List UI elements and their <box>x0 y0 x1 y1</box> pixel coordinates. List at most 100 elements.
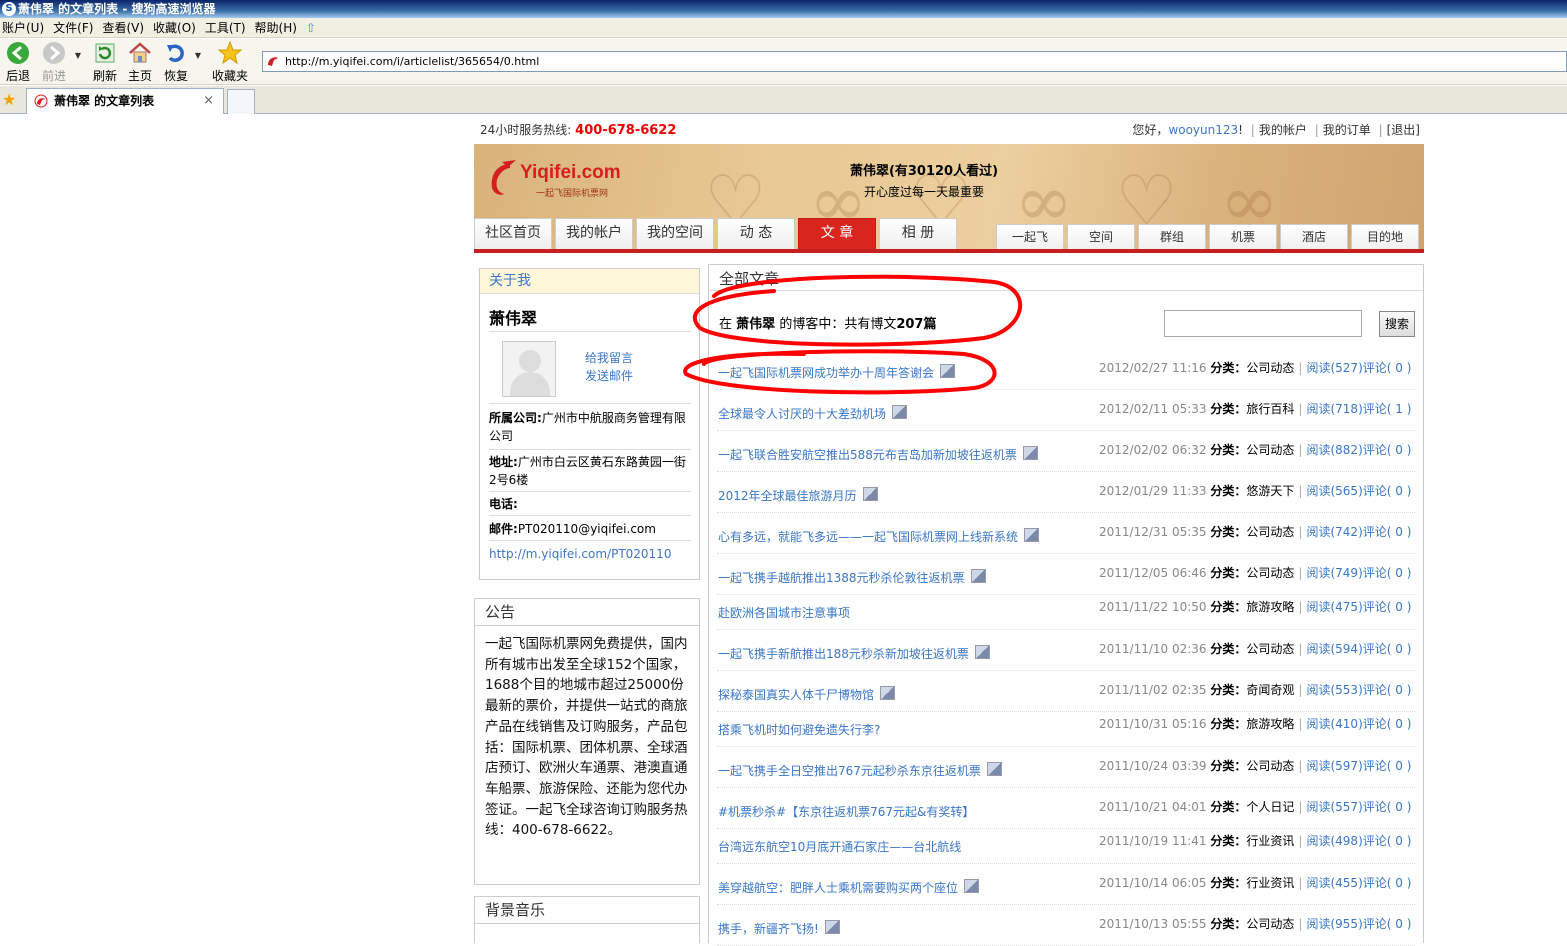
comment-count[interactable]: 评论( 0 ) <box>1363 917 1412 931</box>
article-category[interactable]: 悠游天下 <box>1246 484 1294 498</box>
comment-count[interactable]: 评论( 0 ) <box>1363 361 1412 375</box>
comment-count[interactable]: 评论( 0 ) <box>1363 800 1412 814</box>
new-tab-button[interactable] <box>227 89 255 114</box>
avatar[interactable] <box>502 341 556 397</box>
comment-count[interactable]: 评论( 0 ) <box>1363 876 1412 890</box>
nav-my-space[interactable]: 我的空间 <box>636 218 714 249</box>
article-category[interactable]: 公司动态 <box>1246 642 1294 656</box>
article-title-link[interactable]: 探秘泰国真实人体千尸博物馆 <box>718 686 896 703</box>
nav-community-home[interactable]: 社区首页 <box>474 218 552 249</box>
read-count[interactable]: 阅读(498) <box>1306 834 1362 848</box>
article-title-link[interactable]: 台湾远东航空10月底开通石家庄——台北航线 <box>718 838 961 855</box>
article-category[interactable]: 旅游攻略 <box>1246 717 1294 731</box>
read-count[interactable]: 阅读(597) <box>1306 759 1362 773</box>
article-title-link[interactable]: 一起飞携手全日空推出767元起秒杀东京往返机票 <box>718 762 1002 779</box>
comment-count[interactable]: 评论( 1 ) <box>1363 402 1412 416</box>
comment-count[interactable]: 评论( 0 ) <box>1363 600 1412 614</box>
article-title-link[interactable]: 一起飞联合胜安航空推出588元布吉岛加新加坡往返机票 <box>718 446 1038 463</box>
sub-nav-hotels[interactable]: 酒店 <box>1280 224 1348 249</box>
read-count[interactable]: 阅读(475) <box>1306 600 1362 614</box>
article-title-link[interactable]: 携手，新疆齐飞扬! <box>718 920 840 937</box>
comment-count[interactable]: 评论( 0 ) <box>1363 717 1412 731</box>
read-count[interactable]: 阅读(565) <box>1306 484 1362 498</box>
back-button[interactable]: 后退 <box>4 41 32 84</box>
sub-nav-yiqifei[interactable]: 一起飞 <box>996 224 1064 249</box>
article-title-link[interactable]: 一起飞携手越航推出1388元秒杀伦敦往返机票 <box>718 569 986 586</box>
comment-count[interactable]: 评论( 0 ) <box>1363 759 1412 773</box>
article-category[interactable]: 奇闻奇观 <box>1246 683 1294 697</box>
article-title-link[interactable]: 赴欧洲各国城市注意事项 <box>718 604 850 621</box>
refresh-button[interactable]: 刷新 <box>91 41 119 84</box>
leave-message-link[interactable]: 给我留言 <box>585 349 633 366</box>
search-button[interactable]: 搜索 <box>1379 311 1415 337</box>
menu-file[interactable]: 文件(F) <box>53 19 93 36</box>
tab-article-list[interactable]: 萧伟翠 的文章列表 × <box>26 88 224 114</box>
article-title-link[interactable]: 2012年全球最佳旅游月历 <box>718 487 878 504</box>
article-title-link[interactable]: 美穿越航空：肥胖人士乘机需要购买两个座位 <box>718 879 980 896</box>
tab-close-icon[interactable]: × <box>203 89 214 113</box>
article-category[interactable]: 公司动态 <box>1246 443 1294 457</box>
nav-my-account[interactable]: 我的帐户 <box>555 218 633 249</box>
menu-tools[interactable]: 工具(T) <box>205 19 246 36</box>
read-count[interactable]: 阅读(955) <box>1306 917 1362 931</box>
comment-count[interactable]: 评论( 0 ) <box>1363 443 1412 457</box>
article-title-link[interactable]: 搭乘飞机时如何避免遗失行李? <box>718 721 880 738</box>
my-orders-link[interactable]: 我的订单 <box>1323 123 1371 137</box>
article-title-link[interactable]: #机票秒杀#【东京往返机票767元起&有奖转】 <box>718 803 974 820</box>
forward-dropdown[interactable]: ▼ <box>72 51 84 60</box>
sub-nav-tickets[interactable]: 机票 <box>1209 224 1277 249</box>
menu-favorites[interactable]: 收藏(O) <box>153 19 196 36</box>
article-title-link[interactable]: 一起飞国际机票网成功举办十周年答谢会 <box>718 364 956 381</box>
article-category[interactable]: 个人日记 <box>1246 800 1294 814</box>
article-category[interactable]: 旅行百科 <box>1246 402 1294 416</box>
read-count[interactable]: 阅读(742) <box>1306 525 1362 539</box>
comment-count[interactable]: 评论( 0 ) <box>1363 683 1412 697</box>
article-title-link[interactable]: 全球最令人讨厌的十大差劲机场 <box>718 405 908 422</box>
read-count[interactable]: 阅读(882) <box>1306 443 1362 457</box>
sub-nav-space[interactable]: 空间 <box>1067 224 1135 249</box>
nav-activity[interactable]: 动 态 <box>717 218 795 249</box>
comment-count[interactable]: 评论( 0 ) <box>1363 525 1412 539</box>
article-title-link[interactable]: 一起飞携手新航推出188元秒杀新加坡往返机票 <box>718 645 990 662</box>
nav-album[interactable]: 相 册 <box>879 218 957 249</box>
forward-button[interactable]: 前进 <box>40 41 68 84</box>
nav-articles[interactable]: 文 章 <box>798 218 876 249</box>
article-category[interactable]: 公司动态 <box>1246 525 1294 539</box>
article-category[interactable]: 行业资讯 <box>1246 834 1294 848</box>
address-bar[interactable]: http://m.yiqifei.com/i/articlelist/36565… <box>262 51 1567 72</box>
comment-count[interactable]: 评论( 0 ) <box>1363 834 1412 848</box>
restore-button[interactable]: 恢复 <box>162 41 190 84</box>
read-count[interactable]: 阅读(410) <box>1306 717 1362 731</box>
homepage-link[interactable]: http://m.yiqifei.com/PT020110 <box>489 545 693 563</box>
sub-nav-groups[interactable]: 群组 <box>1138 224 1206 249</box>
article-category[interactable]: 旅游攻略 <box>1246 600 1294 614</box>
favorites-button[interactable]: 收藏夹 <box>210 41 250 84</box>
comment-count[interactable]: 评论( 0 ) <box>1363 484 1412 498</box>
comment-count[interactable]: 评论( 0 ) <box>1363 642 1412 656</box>
article-category[interactable]: 行业资讯 <box>1246 876 1294 890</box>
read-count[interactable]: 阅读(557) <box>1306 800 1362 814</box>
read-count[interactable]: 阅读(718) <box>1306 402 1362 416</box>
article-category[interactable]: 公司动态 <box>1246 759 1294 773</box>
article-category[interactable]: 公司动态 <box>1246 361 1294 375</box>
shirt-skin-icon[interactable]: ⇧ <box>306 21 316 35</box>
article-title-link[interactable]: 心有多远，就能飞多远——一起飞国际机票网上线新系统 <box>718 528 1040 545</box>
menu-help[interactable]: 帮助(H) <box>255 19 297 36</box>
read-count[interactable]: 阅读(553) <box>1306 683 1362 697</box>
read-count[interactable]: 阅读(749) <box>1306 566 1362 580</box>
article-category[interactable]: 公司动态 <box>1246 566 1294 580</box>
read-count[interactable]: 阅读(594) <box>1306 642 1362 656</box>
yiqifei-logo[interactable]: Yiqifei.com 一起飞国际机票网 <box>488 156 638 202</box>
logout-link[interactable]: [退出] <box>1387 123 1420 137</box>
sub-nav-destinations[interactable]: 目的地 <box>1351 224 1419 249</box>
article-category[interactable]: 公司动态 <box>1246 917 1294 931</box>
username-link[interactable]: wooyun123 <box>1168 123 1238 137</box>
send-mail-link[interactable]: 发送邮件 <box>585 367 633 384</box>
read-count[interactable]: 阅读(455) <box>1306 876 1362 890</box>
favorites-star-icon[interactable]: ★ <box>2 90 16 109</box>
my-account-link[interactable]: 我的帐户 <box>1259 123 1307 137</box>
read-count[interactable]: 阅读(527) <box>1306 361 1362 375</box>
home-button[interactable]: 主页 <box>126 41 154 84</box>
comment-count[interactable]: 评论( 0 ) <box>1363 566 1412 580</box>
menu-account[interactable]: 账户(U) <box>2 19 44 36</box>
